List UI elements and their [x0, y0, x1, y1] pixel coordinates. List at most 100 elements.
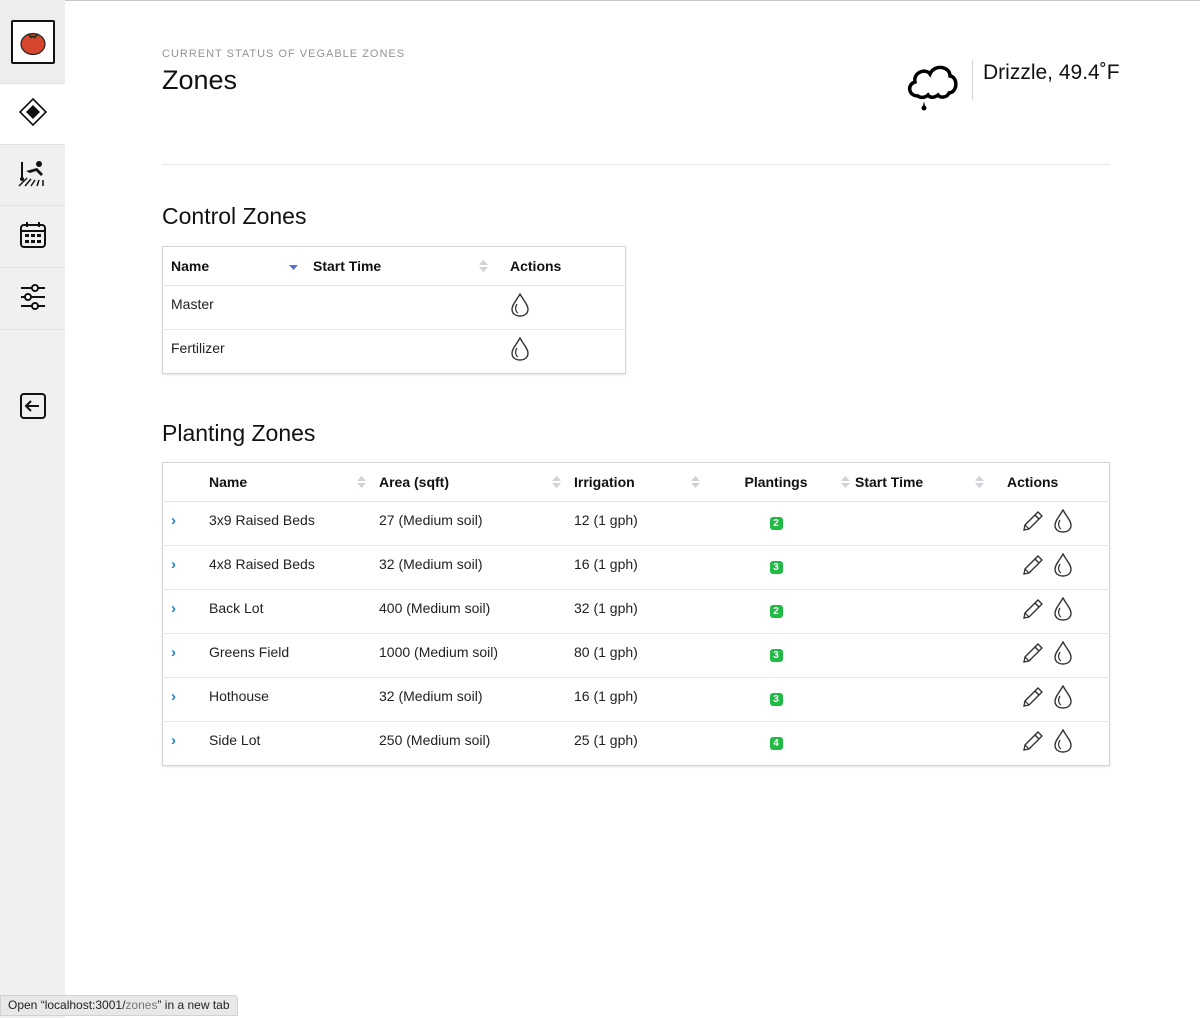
sidebar	[0, 0, 65, 1018]
zone-start-time	[847, 633, 999, 678]
edit-pencil-icon[interactable]	[1021, 641, 1045, 668]
sidebar-item-home[interactable]	[0, 0, 65, 84]
sidebar-item-calendar[interactable]	[0, 207, 65, 268]
column-header-label: Irrigation	[574, 474, 635, 490]
chevron-right-icon[interactable]: ›	[171, 688, 176, 705]
zone-area: 32 (Medium soil)	[371, 545, 566, 590]
column-header-label: Name	[171, 258, 210, 274]
table-header-row: Name Start Time Actions	[162, 246, 626, 286]
column-header-label: Name	[209, 474, 248, 490]
table-row[interactable]: › Hothouse 32 (Medium soil) 16 (1 gph) 3	[162, 677, 1110, 722]
window-top-border	[0, 0, 1200, 1]
zone-start-time	[847, 501, 999, 546]
table-row[interactable]: › 3x9 Raised Beds 27 (Medium soil) 12 (1 gp…	[162, 501, 1110, 546]
planting-zones-title: Planting Zones	[162, 420, 316, 446]
zone-name: 3x9 Raised Beds	[201, 501, 371, 546]
status-path: zones	[125, 998, 158, 1012]
column-header-expand	[162, 462, 201, 502]
sort-icon	[357, 475, 366, 492]
zone-irrigation: 32 (1 gph)	[566, 589, 705, 634]
sidebar-item-gardeners[interactable]	[0, 145, 65, 206]
column-header-name[interactable]: Name	[201, 462, 371, 502]
zone-irrigation: 80 (1 gph)	[566, 633, 705, 678]
plantings-count-badge: 3	[769, 649, 783, 662]
column-header-actions: Actions	[999, 462, 1110, 502]
status-prefix: Open “	[8, 998, 45, 1012]
gardener-icon	[17, 158, 49, 193]
sidebar-item-settings[interactable]	[0, 269, 65, 330]
table-row[interactable]: › Back Lot 400 (Medium soil) 32 (1 gph) 2	[162, 589, 1110, 634]
table-header-row: Name Area (sqft) Irrigation Plantings St…	[162, 462, 1110, 502]
water-drop-icon[interactable]	[1053, 640, 1073, 669]
column-header-area[interactable]: Area (sqft)	[371, 462, 566, 502]
zone-irrigation: 12 (1 gph)	[566, 501, 705, 546]
edit-pencil-icon[interactable]	[1021, 729, 1045, 756]
sort-icon	[975, 475, 984, 492]
water-drop-icon[interactable]	[510, 292, 530, 321]
control-zones-table: Name Start Time Actions Master Fertilize…	[162, 246, 626, 374]
drizzle-cloud-icon	[904, 58, 960, 119]
zone-start-time	[305, 285, 502, 330]
link-status-bar: Open “localhost:3001/zones” in a new tab	[0, 995, 238, 1016]
chevron-right-icon[interactable]: ›	[171, 512, 176, 529]
column-header-irrigation[interactable]: Irrigation	[566, 462, 705, 502]
table-row[interactable]: › Side Lot 250 (Medium soil) 25 (1 gph) 4	[162, 721, 1110, 766]
zone-name: Back Lot	[201, 589, 371, 634]
water-drop-icon[interactable]	[1053, 684, 1073, 713]
chevron-right-icon[interactable]: ›	[171, 556, 176, 573]
weather-divider	[972, 60, 973, 100]
chevron-right-icon[interactable]: ›	[171, 732, 176, 749]
water-drop-icon[interactable]	[510, 336, 530, 365]
zone-start-time	[305, 329, 502, 374]
status-suffix: ” in a new tab	[157, 998, 230, 1012]
planting-zones-table: Name Area (sqft) Irrigation Plantings St…	[162, 462, 1110, 766]
column-header-label: Start Time	[313, 258, 382, 274]
column-header-start-time[interactable]: Start Time	[305, 246, 502, 286]
table-row[interactable]: › 4x8 Raised Beds 32 (Medium soil) 16 (1 gp…	[162, 545, 1110, 590]
edit-pencil-icon[interactable]	[1021, 553, 1045, 580]
zone-area: 400 (Medium soil)	[371, 589, 566, 634]
column-header-label: Area (sqft)	[379, 474, 450, 490]
weather-widget: Drizzle, 49.4˚F	[904, 58, 1120, 119]
water-drop-icon[interactable]	[1053, 728, 1073, 757]
table-row: Fertilizer	[162, 329, 626, 374]
column-header-name[interactable]: Name	[162, 246, 305, 286]
edit-pencil-icon[interactable]	[1021, 685, 1045, 712]
column-header-label: Start Time	[855, 474, 924, 490]
chevron-right-icon[interactable]: ›	[171, 600, 176, 617]
page-title: Zones	[162, 65, 238, 95]
sort-descending-icon	[289, 259, 298, 275]
column-header-plantings[interactable]: Plantings	[705, 462, 850, 502]
zone-start-time	[847, 545, 999, 590]
column-header-label: Plantings	[744, 474, 808, 490]
sort-icon	[691, 475, 700, 492]
table-row[interactable]: › Greens Field 1000 (Medium soil) 80 (1 gph…	[162, 633, 1110, 678]
zone-irrigation: 16 (1 gph)	[566, 677, 705, 722]
settings-sliders-icon	[19, 283, 47, 316]
page-subtitle: CURRENT STATUS OF VEGABLE ZONES	[162, 48, 406, 60]
zone-area: 250 (Medium soil)	[371, 721, 566, 766]
plantings-count-badge: 2	[769, 605, 783, 618]
column-header-start-time[interactable]: Start Time	[847, 462, 999, 502]
zone-irrigation: 25 (1 gph)	[566, 721, 705, 766]
water-drop-icon[interactable]	[1053, 596, 1073, 625]
zone-start-time	[847, 677, 999, 722]
calendar-icon	[19, 221, 47, 254]
zone-name: Master	[162, 285, 305, 330]
zones-icon	[18, 97, 48, 132]
chevron-right-icon[interactable]: ›	[171, 644, 176, 661]
water-drop-icon[interactable]	[1053, 552, 1073, 581]
edit-pencil-icon[interactable]	[1021, 509, 1045, 536]
zone-name: Side Lot	[201, 721, 371, 766]
zone-area: 27 (Medium soil)	[371, 501, 566, 546]
column-header-label: Actions	[1007, 474, 1059, 490]
sidebar-item-logout[interactable]	[0, 378, 65, 439]
edit-pencil-icon[interactable]	[1021, 597, 1045, 624]
water-drop-icon[interactable]	[1053, 508, 1073, 537]
plantings-count-badge: 4	[769, 737, 783, 750]
status-host: localhost:3001/	[44, 998, 126, 1012]
plantings-count-badge: 3	[769, 693, 783, 706]
zone-start-time	[847, 721, 999, 766]
plantings-count-badge: 3	[769, 561, 783, 574]
sidebar-item-zones[interactable]	[0, 84, 65, 145]
